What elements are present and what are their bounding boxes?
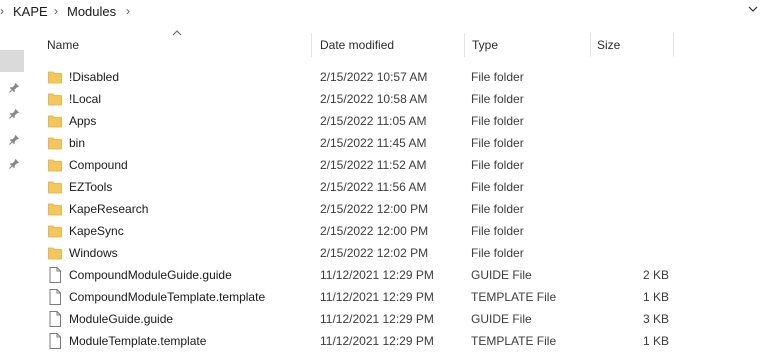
file-icon [48,333,62,349]
folder-icon [48,135,62,151]
pin-icon[interactable] [9,158,20,169]
file-type: File folder [471,70,524,84]
sort-ascending-icon [172,30,182,36]
folder-icon [48,179,62,195]
file-date-modified: 2/15/2022 12:00 PM [320,202,429,216]
file-row[interactable]: Apps 2/15/2022 11:05 AM File folder [44,110,768,132]
file-row[interactable]: bin 2/15/2022 11:45 AM File folder [44,132,768,154]
file-icon [48,289,62,305]
file-name: CompoundModuleTemplate.template [69,290,266,304]
address-bar[interactable]: › KAPE › Modules › [0,0,768,24]
column-divider[interactable] [464,33,465,57]
folder-icon [48,245,62,261]
file-type: File folder [471,114,524,128]
file-name: ModuleGuide.guide [69,312,174,326]
file-date-modified: 11/12/2021 12:29 PM [320,334,434,348]
file-type: File folder [471,246,524,260]
file-name: CompoundModuleGuide.guide [69,268,232,282]
file-date-modified: 2/15/2022 12:00 PM [320,224,429,238]
folder-icon [48,157,62,173]
file-name: !Disabled [69,70,120,84]
file-type: File folder [471,92,524,106]
chevron-down-icon[interactable] [748,4,758,14]
pin-icon[interactable] [9,82,20,93]
file-date-modified: 11/12/2021 12:29 PM [320,290,434,304]
file-type: TEMPLATE File [471,334,557,348]
column-divider[interactable] [590,33,591,57]
file-date-modified: 2/15/2022 11:52 AM [320,158,427,172]
file-size: 1 KB [642,290,669,304]
breadcrumb-separator-icon: › [0,4,4,18]
file-icon [48,267,62,283]
file-type: GUIDE File [471,312,532,326]
file-row[interactable]: Windows 2/15/2022 12:02 PM File folder [44,242,768,264]
file-name: ModuleTemplate.template [69,334,207,348]
file-type: TEMPLATE File [471,290,557,304]
file-date-modified: 2/15/2022 10:57 AM [320,70,428,84]
file-name: bin [69,136,86,150]
file-type: File folder [471,224,524,238]
file-row[interactable]: Compound 2/15/2022 11:52 AM File folder [44,154,768,176]
breadcrumb-separator-icon: › [54,4,58,18]
pin-icon[interactable] [9,134,20,145]
column-header-date-modified[interactable]: Date modified [320,38,394,52]
column-header-size[interactable]: Size [597,38,620,52]
file-type: GUIDE File [471,268,532,282]
file-name: KapeResearch [69,202,149,216]
column-header-type[interactable]: Type [472,38,498,52]
file-size: 1 KB [642,334,669,348]
file-date-modified: 11/12/2021 12:29 PM [320,268,434,282]
navigation-item-selected[interactable] [0,50,24,72]
file-row[interactable]: !Local 2/15/2022 10:58 AM File folder [44,88,768,110]
breadcrumb-separator-icon[interactable]: › [126,4,130,18]
file-date-modified: 2/15/2022 11:56 AM [320,180,427,194]
file-icon [48,311,62,327]
file-date-modified: 2/15/2022 11:45 AM [320,136,427,150]
pin-icon[interactable] [9,108,20,119]
file-size: 2 KB [642,268,669,282]
file-row[interactable]: EZTools 2/15/2022 11:56 AM File folder [44,176,768,198]
file-row[interactable]: CompoundModuleTemplate.template 11/12/202… [44,286,768,308]
file-name: Compound [69,158,128,172]
file-name: KapeSync [69,224,124,238]
file-date-modified: 2/15/2022 12:02 PM [320,246,429,260]
file-name: Windows [69,246,118,260]
file-row[interactable]: !Disabled 2/15/2022 10:57 AM File folder [44,66,768,88]
column-divider[interactable] [311,33,312,57]
file-name: Apps [69,114,97,128]
breadcrumb-item-modules[interactable]: Modules [67,4,116,19]
file-row[interactable]: CompoundModuleGuide.guide 11/12/2021 12:2… [44,264,768,286]
folder-icon [48,223,62,239]
folder-icon [48,69,62,85]
file-type: File folder [471,136,524,150]
folder-icon [48,201,62,217]
file-date-modified: 2/15/2022 10:58 AM [320,92,428,106]
file-type: File folder [471,180,524,194]
column-divider[interactable] [673,33,674,57]
file-date-modified: 11/12/2021 12:29 PM [320,312,434,326]
file-name: EZTools [69,180,113,194]
folder-icon [48,91,62,107]
file-row[interactable]: KapeSync 2/15/2022 12:00 PM File folder [44,220,768,242]
file-date-modified: 2/15/2022 11:05 AM [320,114,427,128]
file-row[interactable]: KapeResearch 2/15/2022 12:00 PM File folde… [44,198,768,220]
navigation-pane[interactable] [0,24,24,354]
file-row[interactable]: ModuleGuide.guide 11/12/2021 12:29 PM GUID… [44,308,768,330]
file-type: File folder [471,158,524,172]
file-type: File folder [471,202,524,216]
file-size: 3 KB [642,312,669,326]
column-header-name[interactable]: Name [47,38,79,52]
folder-icon [48,113,62,129]
file-name: !Local [69,92,102,106]
file-row[interactable]: ModuleTemplate.template 11/12/2021 12:29 … [44,330,768,352]
breadcrumb-item-kape[interactable]: KAPE [13,4,48,19]
